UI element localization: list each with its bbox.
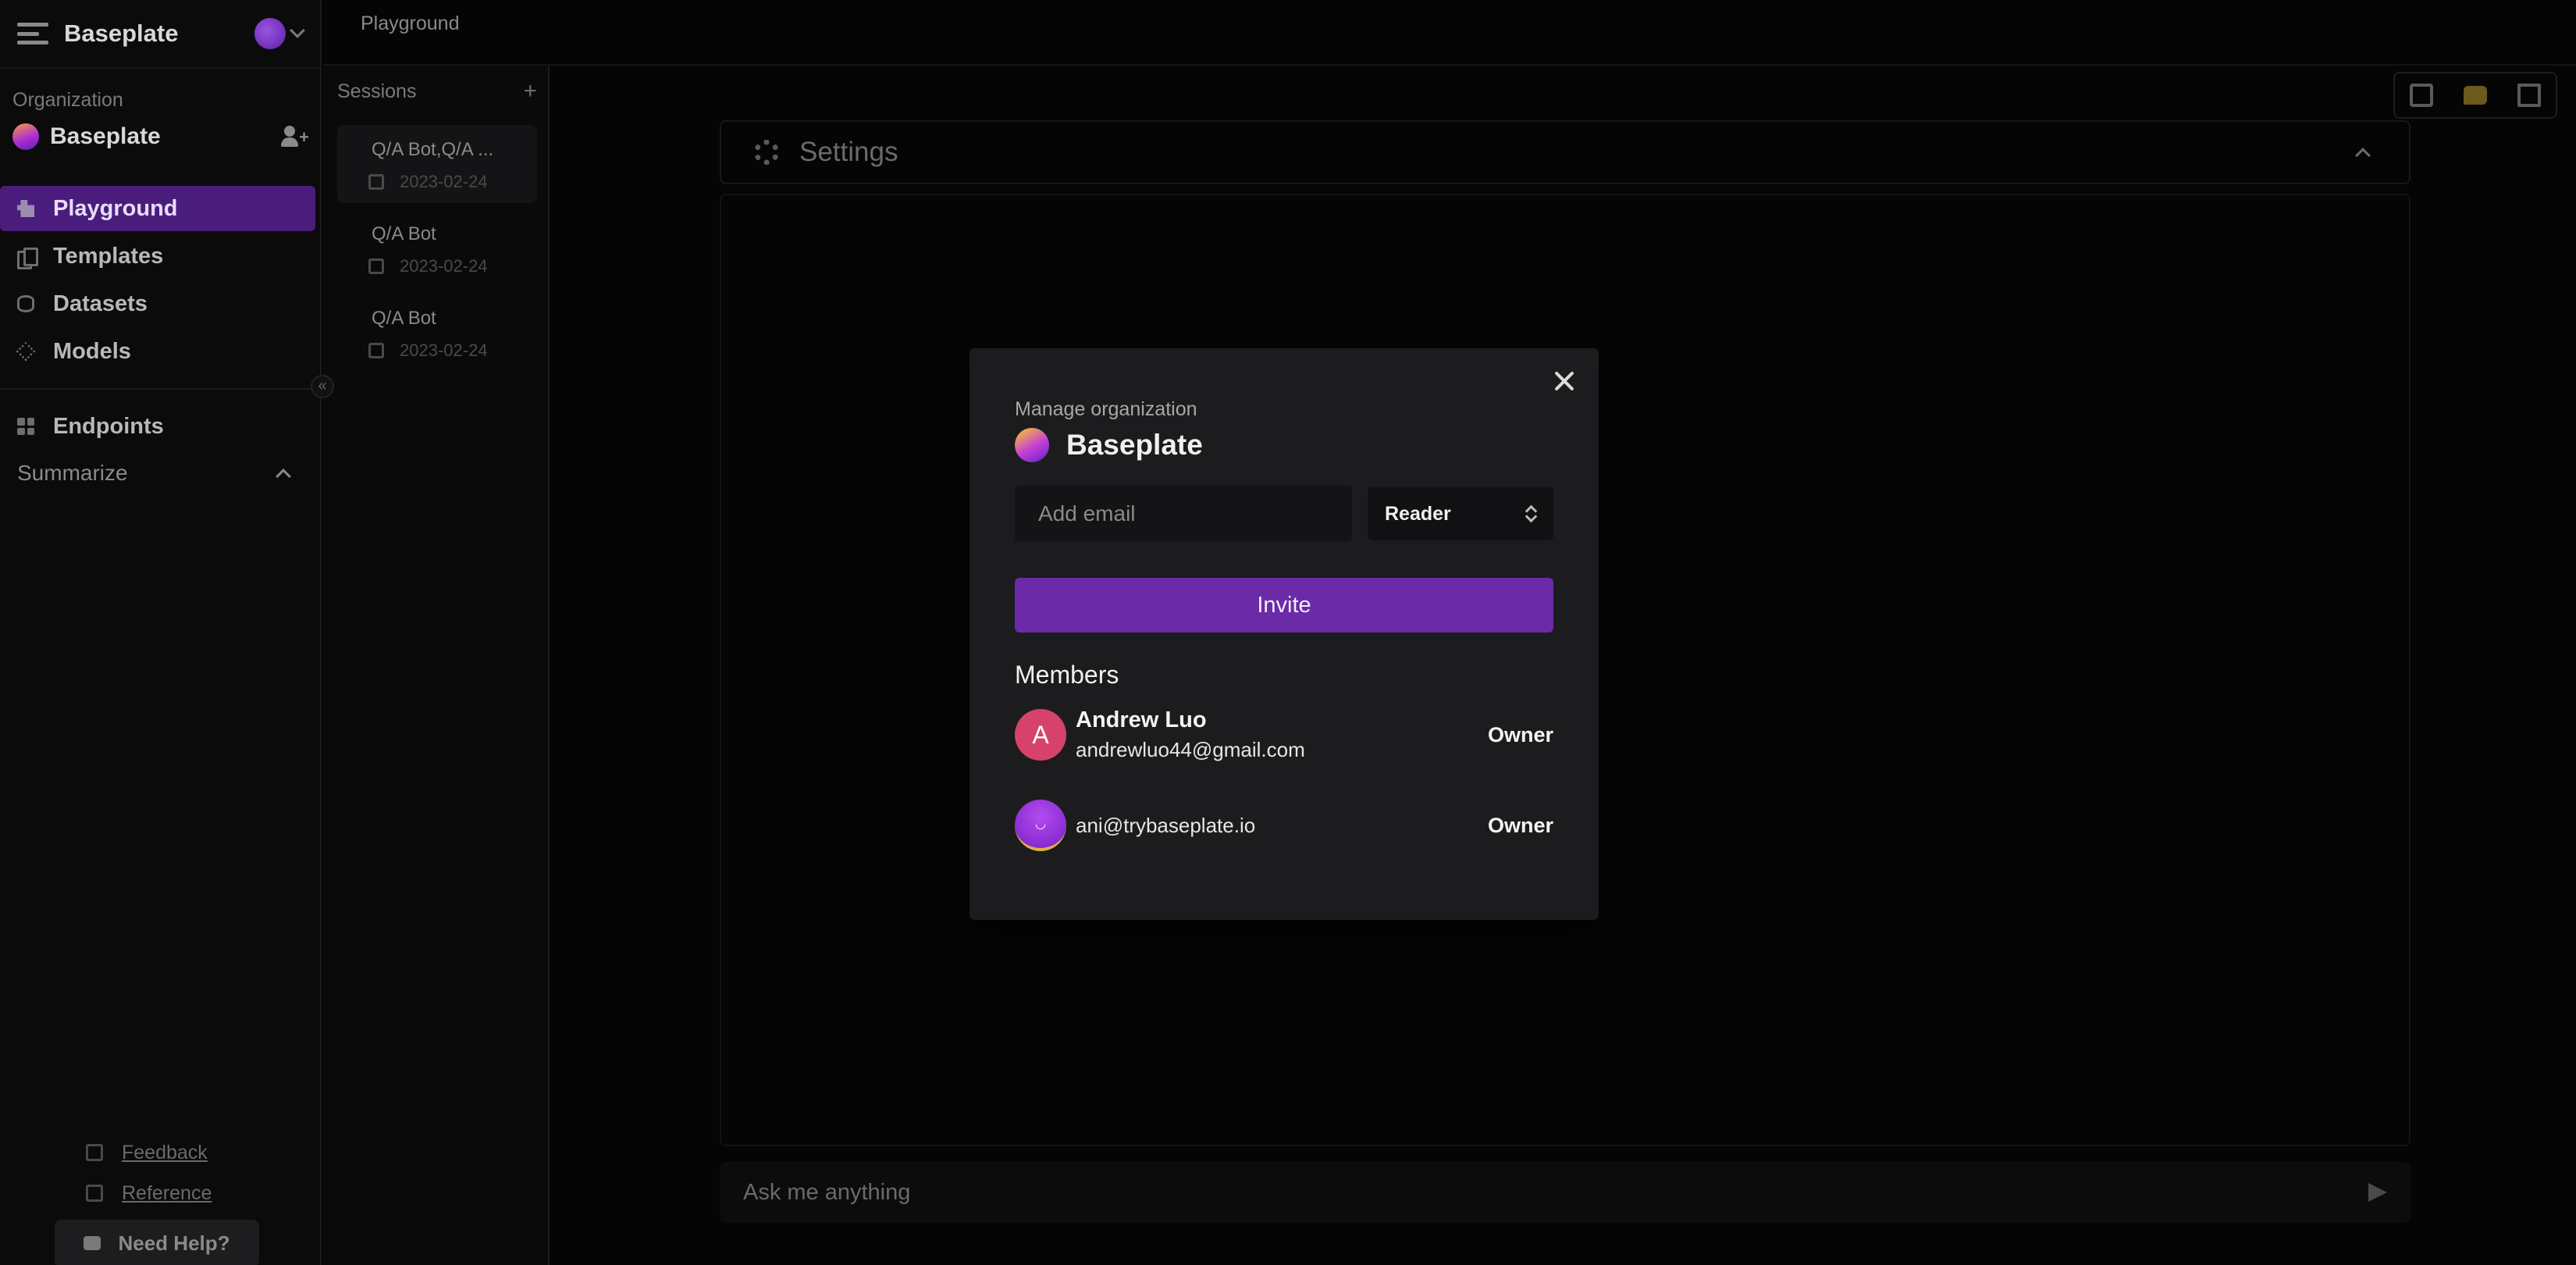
stack-icon bbox=[17, 248, 38, 269]
session-date-text: 2023-02-24 bbox=[400, 256, 488, 276]
sessions-header: Sessions + bbox=[337, 80, 537, 103]
session-date-text: 2023-02-24 bbox=[400, 172, 488, 191]
chevron-up-down-icon bbox=[1525, 504, 1536, 523]
settings-label: Settings bbox=[799, 137, 898, 167]
settings-panel-header[interactable]: Settings bbox=[720, 120, 2411, 184]
modal-title: Baseplate bbox=[1066, 429, 1203, 461]
calendar-icon bbox=[368, 258, 384, 274]
reference-label: Reference bbox=[122, 1181, 212, 1204]
divider bbox=[0, 388, 315, 390]
organization-name: Baseplate bbox=[50, 123, 161, 149]
sidebar-item-label: Models bbox=[53, 338, 131, 364]
member-email: ani@trybaseplate.io bbox=[1076, 813, 1256, 837]
cube-icon bbox=[16, 341, 36, 362]
session-name: Q/A Bot bbox=[372, 308, 436, 329]
summarize-section-toggle[interactable]: Summarize bbox=[0, 451, 315, 495]
reference-link[interactable]: Reference bbox=[0, 1173, 322, 1213]
member-row: A Andrew Luo andrewluo44@gmail.com Owner bbox=[1015, 707, 1553, 762]
puzzle-icon bbox=[17, 200, 34, 217]
member-info: ani@trybaseplate.io bbox=[1076, 814, 1488, 838]
organization-avatar bbox=[1015, 428, 1049, 462]
session-item[interactable]: Q/A Bot 2023-02-24 bbox=[337, 294, 537, 372]
brand-name: Baseplate bbox=[64, 20, 179, 47]
session-name: Q/A Bot bbox=[372, 223, 436, 244]
modal-heading: Baseplate bbox=[1015, 428, 1203, 462]
sessions-list: Q/A Bot,Q/A ... 2023-02-24 Q/A Bot 2023-… bbox=[337, 125, 537, 378]
app-root: Baseplate Organization Baseplate + Playg… bbox=[0, 0, 2576, 1265]
sliders-icon bbox=[86, 1144, 103, 1161]
ask-input[interactable] bbox=[743, 1179, 2368, 1206]
send-icon[interactable] bbox=[2368, 1183, 2387, 1202]
member-role[interactable]: Owner bbox=[1488, 814, 1553, 838]
sidebar-item-label: Endpoints bbox=[53, 413, 164, 439]
email-field[interactable] bbox=[1015, 486, 1352, 542]
role-select-value: Reader bbox=[1385, 502, 1451, 525]
ask-bar bbox=[720, 1162, 2411, 1223]
book-icon bbox=[86, 1185, 103, 1202]
session-date: 2023-02-24 bbox=[368, 256, 537, 276]
session-date: 2023-02-24 bbox=[368, 172, 537, 192]
sessions-title: Sessions bbox=[337, 80, 417, 102]
user-avatar[interactable] bbox=[254, 18, 286, 49]
session-date: 2023-02-24 bbox=[368, 340, 537, 361]
chevron-up-icon bbox=[276, 469, 291, 484]
feedback-link[interactable]: Feedback bbox=[0, 1132, 322, 1173]
sidebar-header: Baseplate bbox=[0, 0, 320, 69]
need-help-button[interactable]: Need Help? bbox=[55, 1220, 259, 1265]
sidebar-item-templates[interactable]: Templates bbox=[0, 233, 315, 279]
sidebar-footer: Feedback Reference Need Help? bbox=[0, 1132, 322, 1265]
invite-button[interactable]: Invite bbox=[1015, 578, 1553, 632]
sidebar: Baseplate Organization Baseplate + Playg… bbox=[0, 0, 322, 1265]
view-toolbar bbox=[2393, 72, 2557, 119]
sidebar-item-label: Datasets bbox=[53, 290, 148, 316]
modal-subtitle: Manage organization bbox=[1015, 398, 1197, 420]
sidebar-item-label: Templates bbox=[53, 243, 164, 269]
chat-bubble-icon[interactable] bbox=[2463, 86, 2487, 105]
members-heading: Members bbox=[1015, 661, 1119, 689]
calendar-icon bbox=[368, 343, 384, 358]
gear-icon bbox=[754, 140, 779, 165]
add-session-icon[interactable]: + bbox=[523, 80, 537, 103]
sidebar-item-models[interactable]: Models bbox=[0, 329, 315, 374]
top-bar: Playground bbox=[323, 0, 2576, 66]
sidebar-nav: Playground Templates Datasets Models End… bbox=[0, 186, 315, 495]
member-info: Andrew Luo andrewluo44@gmail.com bbox=[1076, 707, 1488, 762]
sessions-panel: Sessions + Q/A Bot,Q/A ... 2023-02-24 Q/… bbox=[323, 66, 550, 1265]
chat-icon bbox=[84, 1236, 101, 1250]
close-icon[interactable] bbox=[1550, 367, 1578, 395]
session-name: Q/A Bot,Q/A ... bbox=[372, 139, 494, 160]
manage-organization-modal: Manage organization Baseplate Reader Inv… bbox=[970, 348, 1599, 920]
need-help-label: Need Help? bbox=[118, 1231, 230, 1255]
member-name: Andrew Luo bbox=[1076, 707, 1207, 732]
add-user-icon[interactable]: + bbox=[281, 124, 309, 149]
presentation-icon[interactable] bbox=[2517, 84, 2541, 107]
documents-icon[interactable] bbox=[2410, 84, 2434, 107]
database-icon bbox=[17, 295, 34, 312]
feedback-label: Feedback bbox=[122, 1141, 208, 1163]
collapse-sidebar-icon[interactable]: « bbox=[311, 375, 334, 398]
calendar-icon bbox=[368, 174, 384, 190]
avatar: ◡ bbox=[1015, 800, 1066, 851]
organization-avatar bbox=[12, 123, 39, 150]
member-role[interactable]: Owner bbox=[1488, 723, 1553, 747]
menu-icon[interactable] bbox=[17, 23, 48, 45]
summarize-label: Summarize bbox=[17, 461, 128, 485]
chevron-down-icon[interactable] bbox=[290, 23, 305, 38]
sidebar-item-playground[interactable]: Playground bbox=[0, 186, 315, 231]
session-item[interactable]: Q/A Bot 2023-02-24 bbox=[337, 209, 537, 287]
role-select[interactable]: Reader bbox=[1368, 487, 1553, 540]
organization-label: Organization bbox=[12, 89, 123, 111]
member-row: ◡ ani@trybaseplate.io Owner bbox=[1015, 798, 1553, 853]
session-item[interactable]: Q/A Bot,Q/A ... 2023-02-24 bbox=[337, 125, 537, 203]
breadcrumb[interactable]: Playground bbox=[361, 12, 459, 35]
sidebar-item-datasets[interactable]: Datasets bbox=[0, 281, 315, 326]
grid-icon bbox=[17, 418, 34, 435]
avatar: A bbox=[1015, 709, 1066, 761]
organization-row[interactable]: Baseplate + bbox=[12, 123, 309, 150]
member-email: andrewluo44@gmail.com bbox=[1076, 738, 1305, 761]
session-date-text: 2023-02-24 bbox=[400, 340, 488, 360]
chevron-up-icon bbox=[2355, 148, 2371, 163]
sidebar-item-label: Playground bbox=[53, 195, 178, 221]
sidebar-item-endpoints[interactable]: Endpoints bbox=[0, 404, 315, 449]
